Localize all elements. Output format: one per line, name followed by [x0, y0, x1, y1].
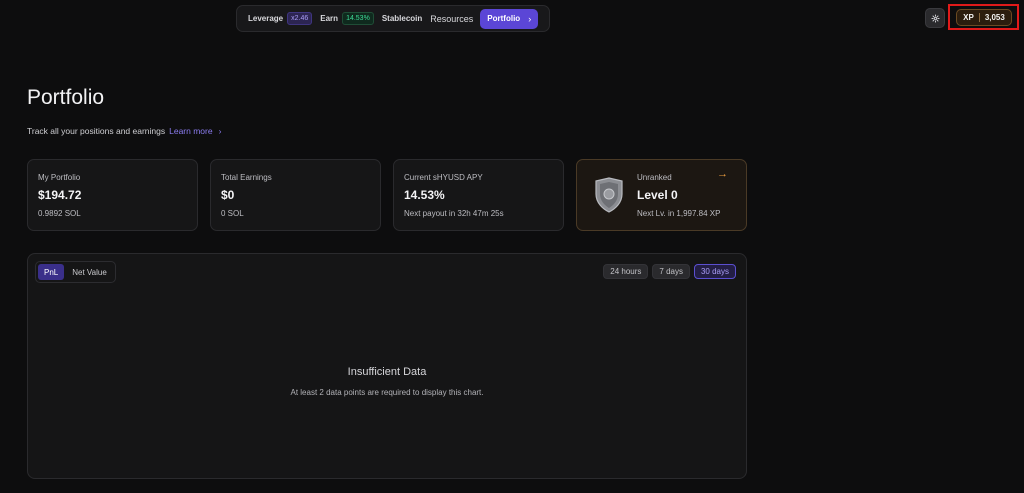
nav-portfolio-label: Portfolio [487, 14, 521, 23]
empty-state-title: Insufficient Data [347, 366, 427, 378]
page-subtitle: Track all your positions and earnings Le… [27, 126, 221, 136]
learn-more-label: Learn more [169, 126, 213, 136]
shield-icon [595, 177, 623, 213]
card-sub: Next payout in 32h 47m 25s [404, 209, 504, 218]
settings-button[interactable] [925, 8, 945, 28]
card-sub: 0 SOL [221, 209, 244, 218]
xp-divider [978, 13, 980, 22]
empty-state-message: At least 2 data points are required to d… [290, 388, 484, 397]
chart-panel: PnL Net Value 24 hours 7 days 30 days In… [27, 253, 747, 479]
nav-stablecoin-label: Stablecoin [381, 14, 423, 23]
nav-earn[interactable]: Earn 14.53% [316, 6, 378, 31]
card-sub: Next Lv. in 1,997.84 XP [637, 209, 721, 218]
learn-more-link[interactable]: Learn more › [169, 126, 221, 136]
toggle-net-value[interactable]: Net Value [66, 264, 113, 280]
gear-icon [930, 13, 940, 23]
app-root: Leverage x2.46 Earn 14.53% Stablecoin Re… [0, 0, 1024, 493]
arrow-right-icon: → [717, 168, 728, 180]
card-value: $0 [221, 188, 235, 202]
nav-resources[interactable]: Resources [426, 6, 477, 31]
card-rank[interactable]: → Unranked Level 0 Next Lv. in 1,997.84 … [576, 159, 747, 231]
nav-earn-label: Earn [320, 14, 339, 23]
chevron-right-icon: › [528, 13, 532, 24]
xp-label: XP [963, 13, 974, 22]
range-30-days[interactable]: 30 days [693, 264, 736, 279]
chevron-right-icon: › [218, 126, 222, 136]
metric-toggle-group: PnL Net Value [35, 261, 116, 283]
nav-resources-label: Resources [430, 13, 474, 24]
card-current-apy: Current sHYUSD APY 14.53% Next payout in… [393, 159, 564, 231]
xp-button[interactable]: XP 3,053 [956, 9, 1012, 26]
range-selector: 24 hours 7 days 30 days [603, 264, 736, 279]
card-label: Current sHYUSD APY [404, 173, 483, 182]
card-value: $194.72 [38, 188, 82, 202]
card-my-portfolio: My Portfolio $194.72 0.9892 SOL [27, 159, 198, 231]
nav-stablecoin[interactable]: Stablecoin [378, 6, 426, 31]
top-nav: Leverage x2.46 Earn 14.53% Stablecoin Re… [236, 5, 550, 32]
range-7-days[interactable]: 7 days [652, 264, 690, 279]
card-total-earnings: Total Earnings $0 0 SOL [210, 159, 381, 231]
card-sub: 0.9892 SOL [38, 209, 81, 218]
earn-badge: 14.53% [342, 12, 374, 25]
card-value: Level 0 [637, 188, 678, 202]
card-value: 14.53% [404, 188, 445, 202]
xp-value: 3,053 [984, 13, 1005, 22]
card-label: Total Earnings [221, 173, 272, 182]
page-title: Portfolio [27, 86, 105, 109]
leverage-badge: x2.46 [287, 12, 313, 25]
card-label: My Portfolio [38, 173, 81, 182]
range-24-hours[interactable]: 24 hours [603, 264, 649, 279]
toggle-pnl[interactable]: PnL [38, 264, 65, 280]
subtitle-text: Track all your positions and earnings [27, 126, 166, 136]
nav-leverage-label: Leverage [248, 14, 284, 23]
nav-portfolio[interactable]: Portfolio › [480, 8, 539, 29]
nav-leverage[interactable]: Leverage x2.46 [244, 6, 316, 31]
